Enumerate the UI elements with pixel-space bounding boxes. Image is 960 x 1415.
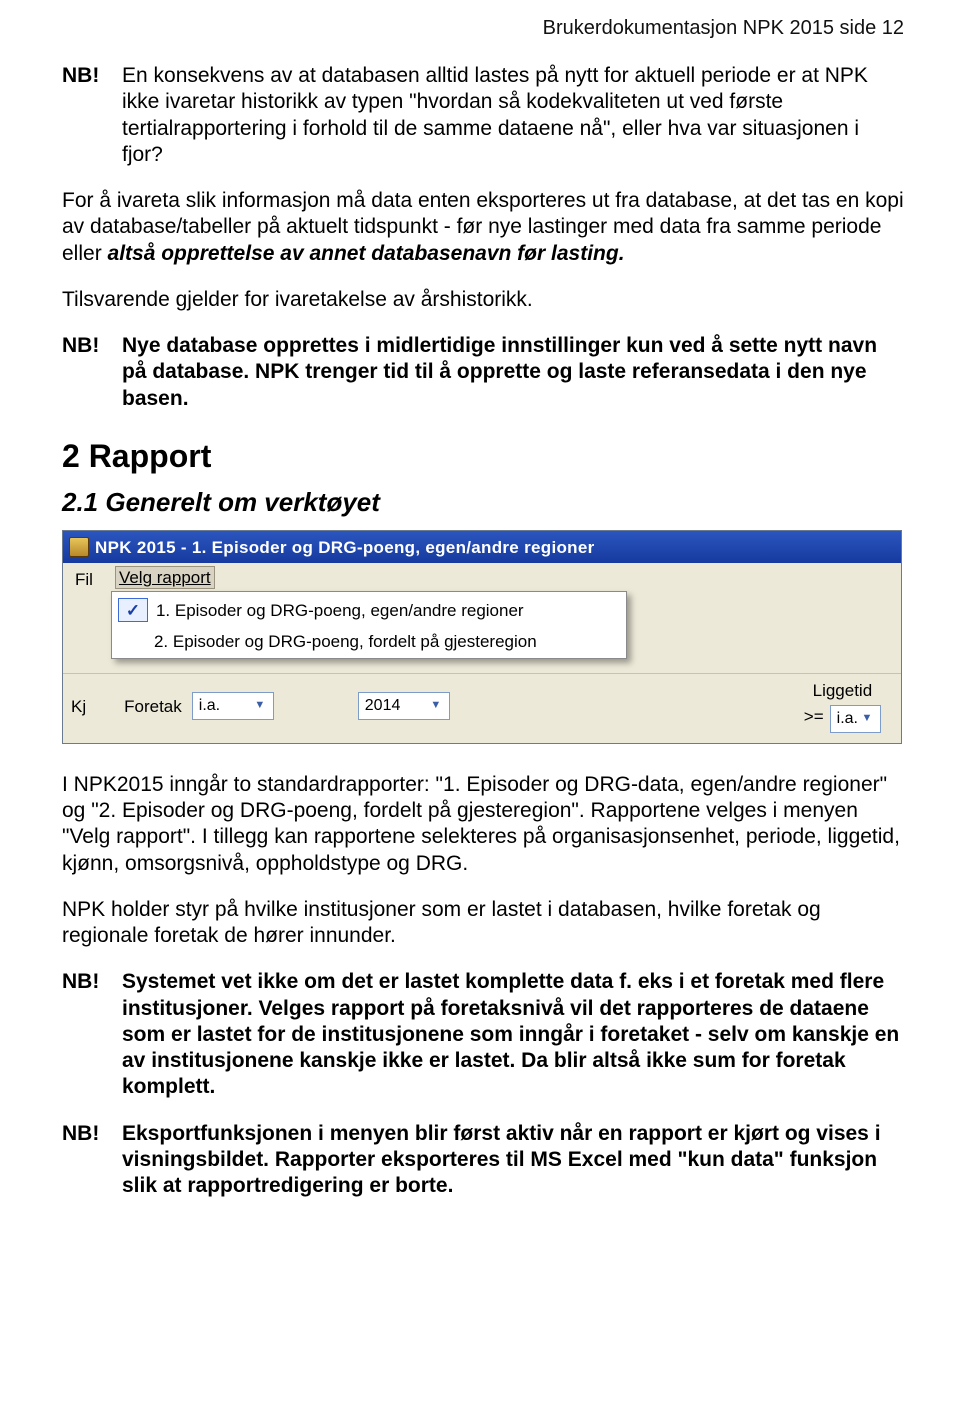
app-screenshot: NPK 2015 - 1. Episoder og DRG-poeng, ege… (62, 530, 902, 744)
paragraph-4: I NPK2015 inngår to standardrapporter: "… (62, 772, 904, 877)
paragraph-3: Tilsvarende gjelder for ivaretakelse av … (62, 287, 904, 313)
chevron-down-icon: ▼ (858, 710, 876, 728)
menu-fil[interactable]: Fil (71, 567, 97, 592)
label-liggetid: Liggetid (813, 680, 873, 701)
combo-foretak[interactable]: i.a. ▼ (192, 692, 274, 720)
app-icon (69, 537, 89, 557)
nb-label: NB! (62, 333, 122, 412)
paragraph-2: For å ivareta slik informasjon må data e… (62, 188, 904, 267)
dropdown-option-1[interactable]: ✓ 1. Episoder og DRG-poeng, egen/andre r… (114, 594, 624, 626)
page-header: Brukerdokumentasjon NPK 2015 side 12 (62, 16, 904, 41)
menu-bar: Fil Velg rapport ✓ 1. Episoder og DRG-po… (63, 563, 901, 673)
toolbar-left: Kj Foretak i.a. ▼ (71, 692, 274, 720)
combo-foretak-value: i.a. (199, 696, 220, 716)
label-gte: >= (804, 706, 824, 727)
nb2-text: Nye database opprettes i midlertidige in… (122, 333, 904, 412)
combo-liggetid[interactable]: i.a. ▼ (830, 705, 881, 733)
window-titlebar: NPK 2015 - 1. Episoder og DRG-poeng, ege… (63, 531, 901, 563)
combo-year-value: 2014 (365, 696, 401, 716)
label-kj: Kj (71, 696, 86, 717)
nb1-text: En konsekvens av at databasen alltid las… (122, 63, 904, 168)
combo-liggetid-value: i.a. (837, 709, 858, 729)
paragraph-5: NPK holder styr på hvilke institusjoner … (62, 897, 904, 950)
heading-2-1: 2.1 Generelt om verktøyet (62, 486, 904, 519)
check-icon: ✓ (118, 598, 148, 622)
toolbar-right: Liggetid >= i.a. ▼ (804, 680, 881, 733)
para2b-emph: altså opprettelse av annet databasenavn … (108, 242, 625, 265)
dropdown-option-2[interactable]: 2. Episoder og DRG-poeng, fordelt på gje… (114, 626, 624, 656)
toolbar: Kj Foretak i.a. ▼ 2014 ▼ Liggetid >= i.a… (63, 674, 901, 743)
nb-label: NB! (62, 63, 122, 168)
combo-year[interactable]: 2014 ▼ (358, 692, 450, 720)
heading-2-rapport: 2 Rapport (62, 436, 904, 476)
nb-label: NB! (62, 1121, 122, 1200)
chevron-down-icon: ▼ (427, 697, 445, 715)
menu-velg-rapport[interactable]: Velg rapport (115, 566, 215, 589)
chevron-down-icon: ▼ (251, 697, 269, 715)
nb-label: NB! (62, 969, 122, 1100)
option-2-label: 2. Episoder og DRG-poeng, fordelt på gje… (154, 631, 537, 652)
nb3-text: Systemet vet ikke om det er lastet kompl… (122, 969, 904, 1100)
nb4-text: Eksportfunksjonen i menyen blir først ak… (122, 1121, 904, 1200)
check-placeholder (118, 630, 146, 652)
window-title: NPK 2015 - 1. Episoder og DRG-poeng, ege… (95, 537, 595, 558)
velg-rapport-dropdown: ✓ 1. Episoder og DRG-poeng, egen/andre r… (111, 591, 627, 659)
option-1-label: 1. Episoder og DRG-poeng, egen/andre reg… (156, 600, 524, 621)
label-foretak: Foretak (124, 696, 182, 717)
